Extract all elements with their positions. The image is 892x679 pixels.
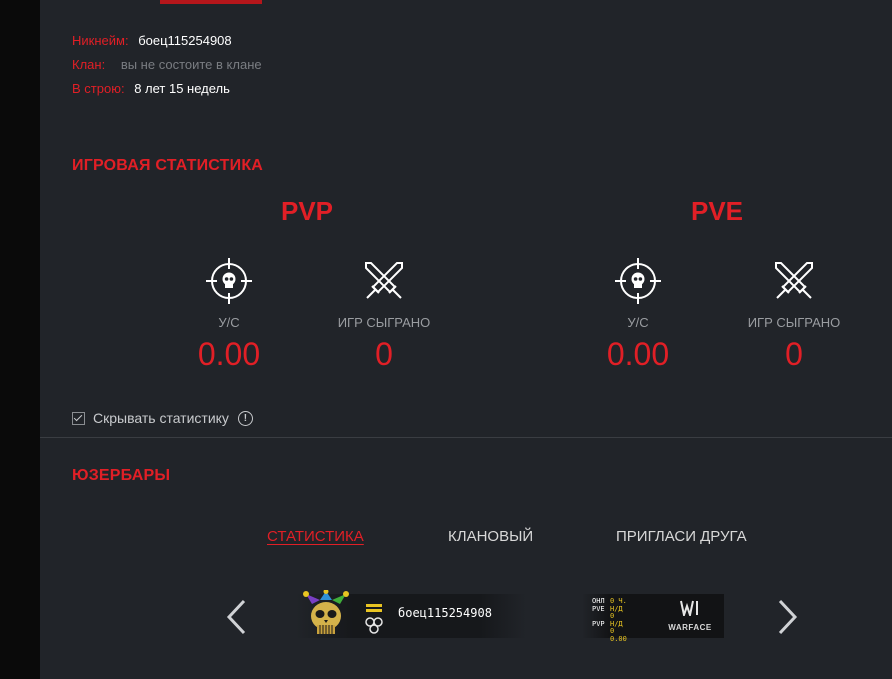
nickname-value: боец115254908 — [138, 33, 232, 48]
left-edge-strip — [0, 0, 40, 679]
nickname-label: Никнейм: — [72, 33, 129, 48]
userbar-stat-row: 0.00 — [610, 634, 627, 643]
crosshair-skull-icon — [206, 258, 252, 304]
rank-badge-icon — [365, 604, 383, 634]
game-stats-title: ИГРОВАЯ СТАТИСТИКА — [72, 157, 264, 174]
pve-games-value: 0 — [785, 336, 803, 372]
pve-title: PVE — [690, 196, 744, 226]
jester-skull-icon — [303, 590, 349, 634]
pvp-games-label: ИГР СЫГРАНО — [337, 315, 431, 330]
tab-clan[interactable]: Клановый — [448, 528, 533, 545]
hide-stats-option[interactable]: Скрывать статистику ! — [72, 410, 253, 426]
crosshair-skull-icon — [615, 258, 661, 304]
pve-kd-value: 0.00 — [606, 336, 670, 372]
pve-games-stat: ИГР СЫГРАНО 0 — [724, 256, 864, 373]
pve-kd-stat: У/С 0.00 — [568, 256, 708, 373]
pve-games-label: ИГР СЫГРАНО — [747, 315, 841, 330]
tab-statistics[interactable]: Статистика — [267, 528, 364, 545]
pvp-kd-stat: У/С 0.00 — [159, 256, 299, 373]
clan-row: Клан: вы не состоите в клане — [72, 57, 262, 72]
warface-logo-text: WARFACE — [668, 623, 712, 632]
crossed-swords-icon — [775, 262, 813, 299]
service-row: В строю: 8 лет 15 недель — [72, 81, 230, 96]
service-label: В строю: — [72, 81, 125, 96]
section-divider — [40, 437, 892, 438]
userbars-title: ЮЗЕРБАРЫ — [72, 467, 171, 484]
clan-label: Клан: — [72, 57, 106, 72]
pve-kd-label: У/С — [627, 315, 649, 330]
service-value: 8 лет 15 недель — [134, 81, 230, 96]
userbar-card[interactable]: боец115254908 ОНЛ 0 Ч. PVE Н/Д 0 PVP Н/Д 0 … — [296, 590, 726, 642]
active-tab-indicator — [160, 0, 262, 4]
chevron-right-icon[interactable] — [774, 598, 800, 636]
pvp-games-stat: ИГР СЫГРАНО 0 — [314, 256, 454, 373]
pvp-games-value: 0 — [375, 336, 393, 372]
pvp-kd-value: 0.00 — [197, 336, 261, 372]
hide-stats-label: Скрывать статистику — [93, 410, 229, 426]
hide-stats-checkbox[interactable] — [72, 411, 85, 425]
clan-value: вы не состоите в клане — [120, 57, 262, 72]
warface-logo: WARFACE — [662, 600, 718, 632]
tab-invite-friend[interactable]: Пригласи друга — [616, 528, 747, 545]
userbar-nickname: боец115254908 — [398, 606, 492, 620]
warface-logo-icon — [680, 600, 698, 619]
pvp-kd-label: У/С — [218, 315, 240, 330]
nickname-row: Никнейм: боец115254908 — [72, 33, 232, 48]
chevron-left-icon[interactable] — [224, 598, 250, 636]
info-icon[interactable]: ! — [237, 410, 253, 426]
userbar-stats: ОНЛ 0 Ч. PVE Н/Д 0 PVP Н/Д 0 0.00 — [592, 597, 627, 643]
pvp-title: PVP — [280, 196, 334, 226]
crossed-swords-icon — [365, 262, 403, 299]
